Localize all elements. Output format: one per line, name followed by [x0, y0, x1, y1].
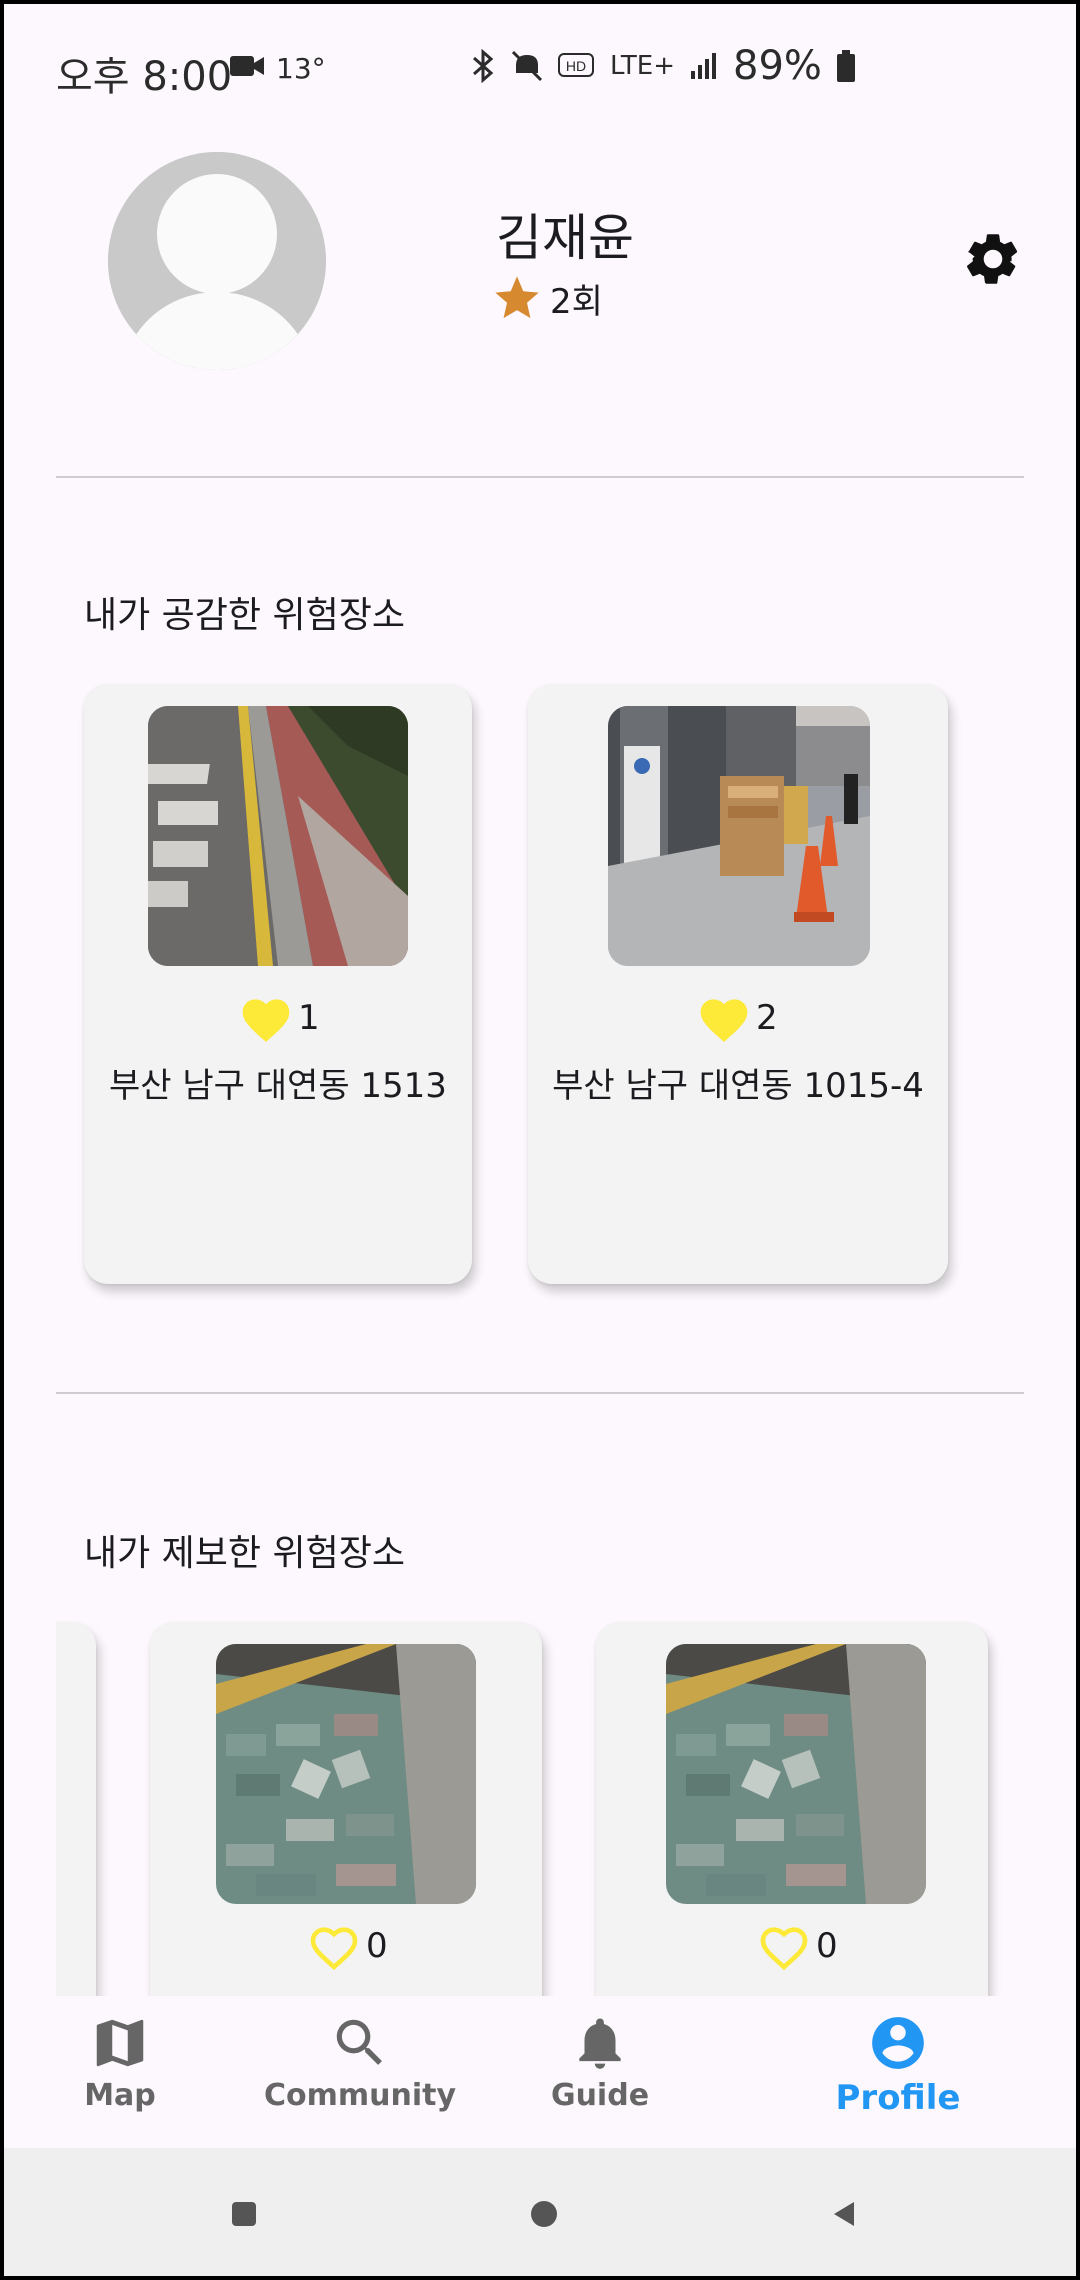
- back-icon[interactable]: [822, 2192, 866, 2236]
- like-count-label: 0: [366, 1926, 388, 1966]
- status-bar: 오후 8:00 13° HD LTE+ 89%: [0, 0, 1080, 130]
- like-count[interactable]: 0: [306, 1920, 388, 1972]
- heart-outline-icon: [760, 1927, 808, 1971]
- lte-label: LTE+: [610, 51, 675, 81]
- place-photo: [216, 1644, 476, 1904]
- map-icon: [96, 2019, 144, 2067]
- bell-icon: [579, 2018, 621, 2069]
- recents-icon[interactable]: [222, 2192, 266, 2236]
- status-time: 오후 8:00: [56, 54, 233, 100]
- liked-place-card[interactable]: 1 부산 남구 대연동 1513: [84, 684, 472, 1284]
- nav-map[interactable]: Map: [0, 2012, 240, 2142]
- home-icon[interactable]: [522, 2192, 566, 2236]
- divider: [56, 476, 1024, 478]
- liked-place-card[interactable]: 2 부산 남구 대연동 1015-4: [528, 684, 948, 1284]
- heart-filled-icon: [700, 999, 748, 1043]
- reported-carousel[interactable]: 0 0: [56, 1600, 1024, 1996]
- nav-community-label: Community: [263, 2078, 457, 2113]
- report-count-label: 2회: [550, 281, 603, 322]
- video-icon: [230, 56, 264, 76]
- reported-place-card[interactable]: 0: [150, 1622, 542, 1996]
- svg-text:HD: HD: [566, 58, 586, 74]
- star-icon: [495, 276, 539, 319]
- place-photo: [148, 706, 408, 966]
- nav-profile-label: Profile: [835, 2078, 961, 2118]
- place-photo: [608, 706, 870, 966]
- nav-guide-label: Guide: [550, 2078, 650, 2113]
- system-navigation-bar: [0, 2148, 1080, 2280]
- like-count[interactable]: 1: [238, 992, 320, 1044]
- reported-place-card-partial[interactable]: [56, 1622, 96, 1996]
- nav-guide[interactable]: Guide: [480, 2012, 720, 2142]
- battery-icon: [836, 50, 855, 82]
- place-address: 부산 남구 대연동 1015-4: [552, 1066, 924, 1106]
- profile-name: 김재윤: [496, 209, 634, 267]
- bottom-navigation: Map Community Guide Profile: [0, 1996, 1080, 2148]
- reported-place-card[interactable]: 0: [596, 1622, 988, 1996]
- search-icon: [336, 2019, 382, 2065]
- battery-percent: 89%: [733, 43, 822, 89]
- nav-profile[interactable]: Profile: [778, 2012, 1018, 2142]
- signal-icon: [691, 53, 716, 79]
- report-count: 2회: [490, 272, 603, 324]
- heart-outline-icon: [310, 1927, 358, 1971]
- nav-community[interactable]: Community: [240, 2012, 480, 2142]
- gear-icon[interactable]: [962, 228, 1024, 290]
- avatar-placeholder-icon: [108, 152, 326, 370]
- status-icons: HD LTE+ 89%: [470, 43, 856, 89]
- place-photo: [666, 1644, 926, 1904]
- account-circle-icon: [872, 2017, 924, 2069]
- like-count-label: 1: [298, 998, 320, 1038]
- heart-filled-icon: [242, 999, 290, 1043]
- place-address: 부산 남구 대연동 1513: [109, 1066, 447, 1106]
- divider: [56, 1392, 1024, 1394]
- like-count-label: 0: [816, 1926, 838, 1966]
- like-count[interactable]: 2: [696, 992, 778, 1044]
- like-count[interactable]: 0: [756, 1920, 838, 1972]
- mute-icon: [511, 50, 543, 82]
- bluetooth-icon: [473, 49, 494, 83]
- hd-icon: HD: [558, 53, 594, 77]
- status-temperature: 13°: [276, 52, 326, 85]
- nav-map-label: Map: [84, 2078, 156, 2113]
- liked-section-title: 내가 공감한 위험장소: [84, 595, 405, 636]
- reported-section-title: 내가 제보한 위험장소: [84, 1533, 405, 1574]
- avatar[interactable]: [108, 152, 326, 370]
- like-count-label: 2: [756, 998, 778, 1038]
